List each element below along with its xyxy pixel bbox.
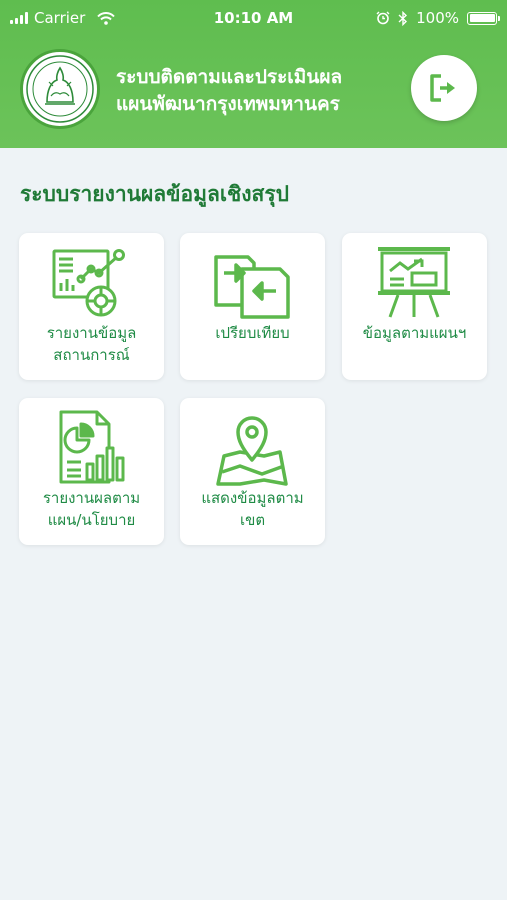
menu-card-policy-report[interactable]: รายงานผลตาม แผน/นโยบาย [19, 398, 164, 545]
battery-percent: 100% [416, 9, 459, 27]
menu-card-compare[interactable]: เปรียบเทียบ [180, 233, 325, 380]
status-bar: Carrier 10:10 AM 100% [0, 0, 507, 36]
menu-card-situation-report[interactable]: รายงานข้อมูล สถานการณ์ [19, 233, 164, 380]
section-title: ระบบรายงานผลข้อมูลเชิงสรุป [20, 182, 289, 206]
app-title: ระบบติดตามและประเมินผล แผนพัฒนากรุงเทพมห… [116, 64, 342, 118]
menu-card-label: ข้อมูลตามแผนฯ [362, 324, 467, 342]
document-chart-icon [59, 410, 125, 484]
menu-card-label: แสดงข้อมูลตาม เขต [201, 489, 304, 529]
logout-button[interactable] [411, 55, 477, 121]
app-title-line2: แผนพัฒนากรุงเทพมหานคร [116, 93, 340, 115]
logout-icon [430, 74, 455, 102]
report-analytics-icon [52, 249, 125, 317]
map-pin-icon [216, 416, 288, 486]
bluetooth-icon [398, 10, 408, 26]
bangkok-seal-logo [20, 49, 100, 129]
battery-icon [467, 11, 500, 25]
menu-card-label: เปรียบเทียบ [215, 324, 290, 342]
menu-card-district-data[interactable]: แสดงข้อมูลตาม เขต [180, 398, 325, 545]
app-header: Carrier 10:10 AM 100% ระบบติดตามและประเม… [0, 0, 507, 148]
alarm-icon [376, 11, 390, 25]
menu-card-label: รายงานผลตาม แผน/นโยบาย [42, 489, 141, 529]
menu-card-plan-data[interactable]: ข้อมูลตามแผนฯ [342, 233, 487, 380]
menu-card-label: รายงานข้อมูล สถานการณ์ [46, 324, 137, 364]
compare-icon [214, 255, 290, 319]
app-title-line1: ระบบติดตามและประเมินผล [116, 66, 343, 88]
presentation-board-icon [378, 247, 450, 318]
